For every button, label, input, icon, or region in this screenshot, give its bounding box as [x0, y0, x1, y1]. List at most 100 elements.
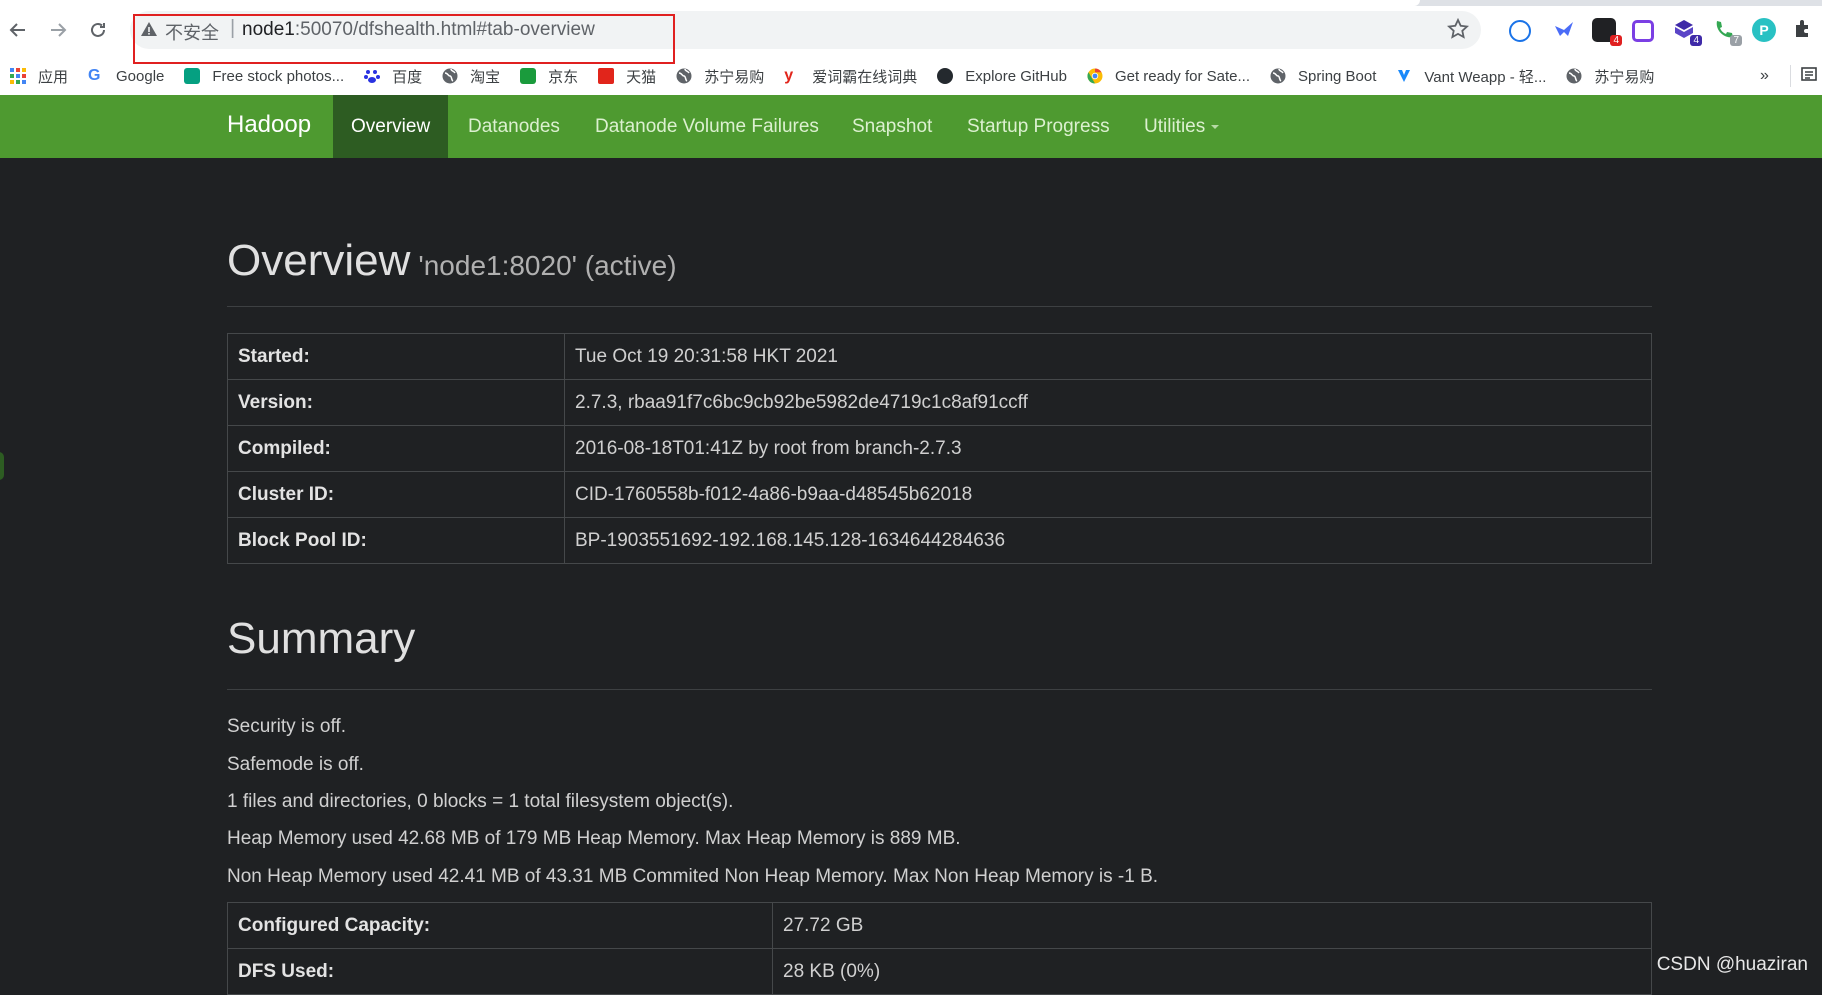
bookmark-label: 百度	[392, 68, 423, 86]
apps-grid-icon	[10, 68, 26, 84]
bookmarks-overflow-button[interactable]: »	[1760, 67, 1769, 85]
ext-phone-icon[interactable]: 7	[1712, 18, 1742, 46]
ext-circle-icon[interactable]	[1509, 20, 1531, 42]
table-row: Compiled: 2016-08-18T01:41Z by root from …	[227, 425, 1652, 472]
bookmark-item[interactable]: 应用	[10, 66, 68, 87]
table-value: CID-1760558b-f012-4a86-b9aa-d48545b62018	[564, 471, 1652, 518]
bookmark-item[interactable]: G Google	[88, 68, 164, 85]
table-row: Version: 2.7.3, rbaa91f7c6bc9cb92be5982de…	[227, 379, 1652, 426]
bookmark-item[interactable]: 百度	[364, 66, 422, 87]
table-key: DFS Used:	[227, 948, 773, 995]
globe-icon	[1270, 68, 1286, 84]
ext-square-icon[interactable]	[1632, 20, 1654, 42]
overview-heading: Overview'node1:8020' (active)	[227, 236, 677, 286]
summary-table: Configured Capacity: 27.72 GB DFS Used: 28…	[227, 902, 1652, 995]
nav-utilities[interactable]: Utilities	[1126, 95, 1237, 158]
nav-startup-progress[interactable]: Startup Progress	[949, 95, 1128, 158]
bookmark-label: 应用	[38, 68, 69, 86]
overview-title: Overview	[227, 236, 411, 285]
table-value: 28 KB (0%)	[772, 948, 1652, 995]
table-key: Block Pool ID:	[227, 517, 565, 564]
table-key: Cluster ID:	[227, 471, 565, 518]
bookmark-label: 苏宁易购	[1594, 68, 1655, 86]
tmall-icon	[598, 68, 615, 84]
bookmark-label: 京东	[548, 68, 579, 86]
nav-datanodes[interactable]: Datanodes	[450, 95, 578, 158]
reading-list-icon[interactable]	[1800, 65, 1818, 87]
bookmark-label: Spring Boot	[1298, 67, 1377, 85]
bookmarks-divider	[1790, 65, 1791, 87]
table-key: Started:	[227, 333, 565, 380]
table-key: Version:	[227, 379, 565, 426]
table-value: Tue Oct 19 20:31:58 HKT 2021	[564, 333, 1652, 380]
ext-badge: 4	[1610, 35, 1622, 46]
bookmark-item[interactable]: 天猫	[598, 66, 656, 87]
summary-line-heap: Heap Memory used 42.68 MB of 179 MB Heap…	[227, 828, 961, 849]
bookmark-label: Get ready for Sate...	[1114, 67, 1251, 85]
summary-line-files: 1 files and directories, 0 blocks = 1 to…	[227, 791, 734, 812]
table-value: 2.7.3, rbaa91f7c6bc9cb92be5982de4719c1c8…	[564, 379, 1652, 426]
vant-icon	[1396, 68, 1412, 84]
pexels-icon	[184, 68, 201, 84]
ext-cube-icon[interactable]: 4	[1672, 18, 1702, 46]
reload-icon	[91, 22, 105, 37]
main-content: Overview'node1:8020' (active) Started: Tu…	[0, 158, 1822, 995]
bookmark-item[interactable]: Vant Weapp - 轻...	[1396, 66, 1546, 87]
baidu-icon	[364, 68, 381, 84]
csdn-watermark: CSDN @huaziran	[1656, 954, 1808, 975]
table-value: BP-1903551692-192.168.145.128-1634644284…	[564, 517, 1652, 564]
bookmark-label: 天猫	[626, 68, 657, 86]
summary-line-security: Security is off.	[227, 716, 346, 737]
table-key: Configured Capacity:	[227, 902, 773, 949]
extensions-puzzle-icon[interactable]	[1792, 18, 1816, 42]
reload-button[interactable]	[84, 16, 112, 44]
hadoop-navbar: Hadoop Overview Datanodes Datanode Volum…	[0, 95, 1822, 158]
active-tab[interactable]	[0, 0, 1420, 6]
bookmark-star-icon[interactable]	[1447, 18, 1469, 40]
nav-datanode-volume-failures[interactable]: Datanode Volume Failures	[577, 95, 837, 158]
arrow-left-icon	[9, 23, 25, 37]
table-value: 27.72 GB	[772, 902, 1652, 949]
brand-logo[interactable]: Hadoop	[227, 111, 311, 139]
bookmark-label: Google	[116, 67, 165, 85]
overview-divider	[227, 306, 1652, 307]
forward-button[interactable]	[44, 16, 72, 44]
overview-subtitle: 'node1:8020' (active)	[418, 250, 677, 281]
summary-line-safemode: Safemode is off.	[227, 754, 364, 775]
nav-overview[interactable]: Overview	[333, 95, 449, 158]
table-key: Compiled:	[227, 425, 565, 472]
bookmark-label: Vant Weapp - 轻...	[1424, 68, 1547, 86]
globe-icon	[1566, 68, 1582, 84]
back-button[interactable]	[4, 16, 32, 44]
bookmark-item[interactable]: 淘宝	[442, 66, 500, 87]
bookmark-item[interactable]: Explore GitHub	[937, 68, 1067, 85]
bookmark-item[interactable]: Free stock photos...	[184, 68, 344, 85]
bookmark-item[interactable]: y 爱词霸在线词典	[784, 66, 917, 87]
arrow-right-icon	[51, 23, 67, 37]
table-row: Cluster ID: CID-1760558b-f012-4a86-b9aa-d…	[227, 471, 1652, 518]
globe-icon	[676, 68, 692, 84]
table-row: Configured Capacity: 27.72 GB	[227, 902, 1652, 949]
jd-icon	[520, 68, 537, 84]
bookmark-label: Explore GitHub	[965, 67, 1067, 85]
bookmark-item[interactable]: Spring Boot	[1270, 68, 1376, 85]
bookmark-item[interactable]: Get ready for Sate...	[1087, 68, 1250, 85]
nav-utilities-label: Utilities	[1144, 116, 1206, 137]
ext-chat-icon[interactable]: 4	[1592, 18, 1622, 46]
bookmark-item[interactable]: 苏宁易购	[676, 66, 764, 87]
bookmark-label: 爱词霸在线词典	[812, 68, 918, 86]
browser-toolbar: 不安全 | node1:50070/dfshealth.html#tab-ove…	[0, 0, 1822, 95]
bookmark-item[interactable]: 苏宁易购	[1566, 66, 1654, 87]
bookmark-item[interactable]: 京东	[520, 66, 578, 87]
caret-down-icon	[1211, 124, 1220, 129]
ext-badge: 4	[1690, 35, 1702, 46]
chrome-icon	[1087, 68, 1103, 84]
bookmark-label: 苏宁易购	[704, 68, 765, 86]
ext-bird-icon[interactable]	[1552, 18, 1576, 42]
bookmark-label: 淘宝	[470, 68, 501, 86]
bookmark-label: Free stock photos...	[212, 67, 345, 85]
ext-p-icon[interactable]: P	[1752, 18, 1776, 42]
globe-icon	[442, 68, 458, 84]
nav-snapshot[interactable]: Snapshot	[834, 95, 950, 158]
side-indicator	[0, 452, 4, 480]
